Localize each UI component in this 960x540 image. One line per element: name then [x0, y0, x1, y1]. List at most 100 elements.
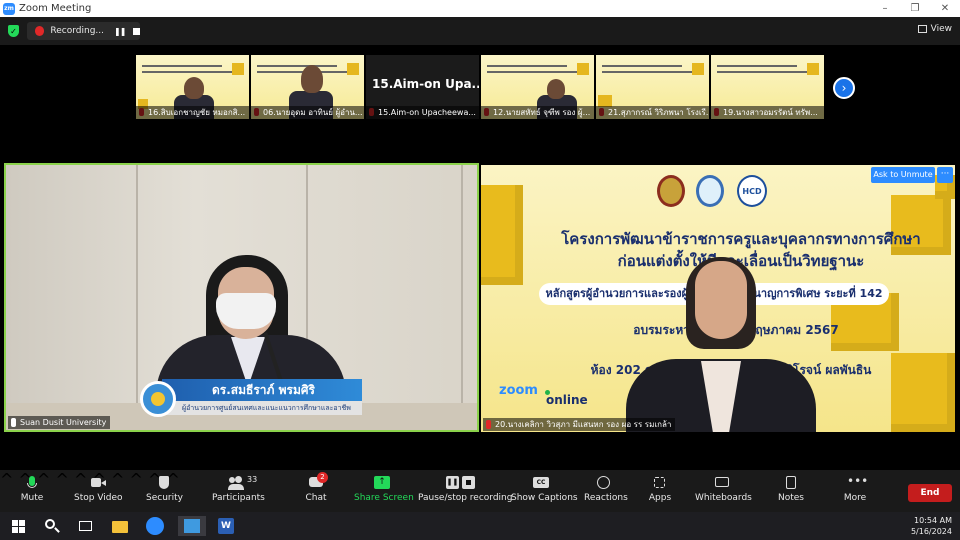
mic-icon — [11, 418, 16, 427]
tile-name-label: 20.นางเคลิกา วิวสุภา มีแสนหก รอง ผอ รร ร… — [483, 418, 676, 431]
close-button[interactable]: ✕ — [930, 0, 960, 17]
participant-name: 16.สิบเอกชาญชัย หมอกสิ... — [136, 106, 249, 119]
participant-name: 15.Aim-on Upacheewa... — [366, 106, 479, 119]
zoom-logo-icon: zm — [3, 2, 15, 15]
reactions-label: Reactions — [584, 493, 628, 503]
file-explorer-icon[interactable] — [110, 516, 130, 536]
more-label: More — [843, 493, 867, 503]
zoom-wordmark: zoom — [499, 383, 538, 398]
microphone-icon — [24, 476, 40, 490]
chat-button[interactable]: 2 Chat — [304, 472, 328, 510]
participant-thumbnail[interactable]: 19.นางสาวอมรรัตน์ ทรัพ... — [711, 55, 824, 119]
grid-view-icon — [917, 25, 927, 33]
whiteboard-icon — [714, 476, 730, 490]
speaker-name-card: ดร.สมธีราภ์ พรมศิริ ผู้อำนวยการศูนย์สนเท… — [128, 379, 363, 421]
participants-label: Participants — [212, 493, 265, 503]
notes-icon — [783, 476, 799, 490]
closed-captions-icon: CC — [533, 476, 549, 490]
university-logo-icon — [140, 381, 176, 417]
windows-start-icon[interactable] — [10, 516, 30, 536]
shield-icon — [156, 476, 172, 490]
participant-big-name: 15.Aim-on Upa... — [372, 77, 479, 91]
tile-name-text: 20.นางเคลิกา วิวสุภา มีแสนหก รอง ผอ รร ร… — [495, 420, 672, 429]
search-icon[interactable] — [42, 516, 62, 536]
office-logo-icon — [696, 175, 724, 207]
mute-label: Mute — [20, 493, 44, 503]
pause-recording-label: Pause/stop recording — [418, 493, 513, 503]
chat-options-chevron-icon[interactable]: ^ — [56, 470, 69, 489]
ask-to-unmute-button[interactable]: Ask to Unmute — [871, 167, 935, 183]
participant-name: 12.นายสหัทธ์ จุฑีพ รอง ผู้... — [481, 106, 594, 119]
ministry-logo-icon — [657, 175, 685, 207]
active-app-icon[interactable] — [178, 516, 206, 536]
stop-video-button[interactable]: Stop Video — [74, 476, 123, 510]
pause-recording-icon[interactable]: ❚❚ — [114, 27, 126, 36]
participant-thumbnail[interactable]: 15.Aim-on Upa... 15.Aim-on Upacheewa... — [366, 55, 479, 119]
security-button[interactable]: Security — [146, 476, 183, 510]
pause-stop-recording-button[interactable]: ❚❚ Pause/stop recording — [418, 476, 512, 510]
stop-recording-icon[interactable] — [133, 27, 140, 35]
mute-button[interactable]: Mute — [18, 476, 46, 510]
security-label: Security — [146, 493, 183, 503]
participants-count: 33 — [247, 475, 258, 484]
audio-options-chevron-icon[interactable]: ^ — [0, 470, 13, 489]
apps-icon — [652, 476, 668, 490]
minimize-button[interactable]: – — [870, 0, 900, 17]
recording-label: Recording... — [50, 26, 105, 36]
participant-thumbnail[interactable]: 21.สุภากรณ์ วิริภพนา โรงเรี... — [596, 55, 709, 119]
more-button[interactable]: ••• More — [842, 474, 869, 510]
task-view-icon[interactable] — [76, 516, 96, 536]
share-screen-button[interactable]: ↑ Share Screen — [354, 476, 414, 510]
encryption-shield-icon[interactable]: ✓ — [8, 25, 19, 37]
whiteboards-label: Whiteboards — [695, 493, 752, 503]
next-page-chevron-icon[interactable]: › — [833, 77, 855, 99]
title-bar: zm Zoom Meeting – ❐ ✕ — [0, 0, 960, 17]
video-tile-participant[interactable]: HCD โครงการพัฒนาข้าราชการครูและบุคลากรทา… — [481, 165, 955, 432]
smiley-plus-icon — [596, 476, 612, 490]
window-title: Zoom Meeting — [19, 3, 92, 14]
stop-video-label: Stop Video — [74, 493, 123, 503]
participant-thumbnail[interactable]: 12.นายสหัทธ์ จุฑีพ รอง ผู้... — [481, 55, 594, 119]
chat-bubble-icon: 2 — [308, 472, 328, 490]
pause-stop-icon: ❚❚ — [446, 476, 476, 490]
slide-title-line1: โครงการพัฒนาข้าราชการครูและบุคลากรทางการ… — [561, 230, 921, 248]
end-meeting-button[interactable]: End — [908, 484, 952, 502]
speaker-position: ผู้อำนวยการศูนย์สนเทศและแนะแนวการศึกษาแล… — [162, 401, 362, 415]
share-screen-label: Share Screen — [354, 493, 414, 503]
show-captions-button[interactable]: CC Show Captions — [511, 476, 578, 510]
participant-thumbnail[interactable]: 16.สิบเอกชาญชัย หมอกสิ... — [136, 55, 249, 119]
view-button[interactable]: View — [917, 24, 952, 34]
view-label: View — [930, 24, 952, 34]
window-controls: – ❐ ✕ — [870, 0, 960, 17]
windows-taskbar: W 10:54 AM 5/16/2024 — [0, 512, 960, 540]
notes-button[interactable]: Notes — [778, 476, 804, 510]
zoom-app-icon[interactable] — [145, 516, 165, 536]
clock-time: 10:54 AM — [914, 516, 952, 525]
hcd-logo-icon: HCD — [737, 175, 767, 207]
maximize-button[interactable]: ❐ — [900, 0, 930, 17]
tile-more-button[interactable]: ··· — [937, 167, 953, 183]
system-clock[interactable]: 10:54 AM 5/16/2024 — [911, 515, 952, 537]
zoom-window: zm Zoom Meeting – ❐ ✕ ✓ Recording... ❚❚ … — [0, 0, 960, 540]
chat-unread-badge: 2 — [317, 472, 328, 483]
word-app-icon[interactable]: W — [216, 516, 236, 536]
participants-button[interactable]: 33 Participants — [212, 475, 265, 510]
reactions-button[interactable]: Reactions — [584, 476, 628, 510]
ellipsis-icon: ••• — [847, 474, 869, 488]
meeting-top-bar: ✓ Recording... ❚❚ View — [0, 17, 960, 45]
recording-indicator: Recording... ❚❚ — [27, 22, 140, 40]
chat-label: Chat — [305, 493, 327, 503]
participant-name: 19.นางสาวอมรรัตน์ ทรัพ... — [711, 106, 824, 119]
speaker-name: ดร.สมธีราภ์ พรมศิริ — [162, 379, 362, 401]
online-word: online — [546, 393, 588, 407]
participants-icon: 33 — [228, 475, 257, 490]
participant-thumbnail[interactable]: 06.นายอุดม อาทินย์ ผู้อำน... — [251, 55, 364, 119]
clock-date: 5/16/2024 — [910, 527, 952, 536]
show-captions-label: Show Captions — [511, 493, 578, 503]
video-tile-speaker[interactable]: ดร.สมธีราภ์ พรมศิริ ผู้อำนวยการศูนย์สนเท… — [4, 163, 479, 432]
apps-label: Apps — [648, 493, 672, 503]
apps-options-chevron-icon[interactable]: ^ — [130, 470, 143, 489]
notes-label: Notes — [778, 493, 804, 503]
apps-button[interactable]: Apps — [647, 476, 673, 510]
whiteboards-button[interactable]: Whiteboards — [695, 476, 752, 510]
